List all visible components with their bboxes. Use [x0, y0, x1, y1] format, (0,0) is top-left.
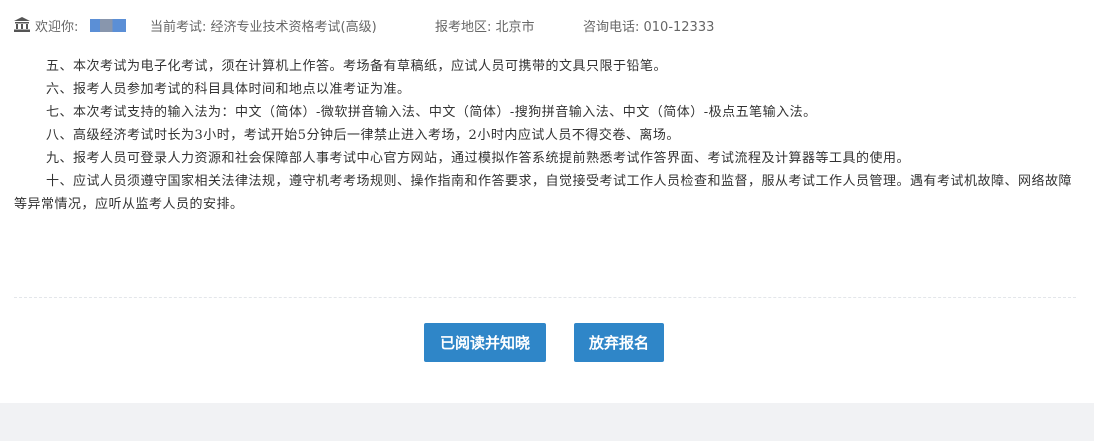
bank-icon	[14, 17, 30, 32]
exam-region-label: 报考地区: 北京市	[435, 20, 535, 35]
masked-username	[90, 19, 126, 32]
footer-band	[0, 403, 1094, 441]
dashed-divider	[14, 297, 1076, 298]
welcome-label: 欢迎你:	[35, 20, 79, 35]
notice-item-9: 九、报考人员可登录人力资源和社会保障部人事考试中心官方网站，通过模拟作答系统提前…	[46, 151, 911, 166]
acknowledge-button[interactable]: 已阅读并知晓	[424, 323, 546, 362]
top-info-bar: 欢迎你: 当前考试: 经济专业技术资格考试(高级) 报考地区: 北京市 咨询电话…	[0, 0, 1094, 48]
notice-item-5: 五、本次考试为电子化考试，须在计算机上作答。考场备有草稿纸，应试人员可携带的文具…	[46, 59, 668, 74]
contact-phone-label: 咨询电话: 010-12333	[583, 20, 715, 35]
notice-item-6: 六、报考人员参加考试的科目具体时间和地点以准考证为准。	[46, 82, 411, 97]
notice-item-7: 七、本次考试支持的输入法为：中文（简体）-微软拼音输入法、中文（简体）-搜狗拼音…	[46, 105, 817, 120]
current-exam-label: 当前考试: 经济专业技术资格考试(高级)	[150, 20, 377, 35]
exam-notice-text: 五、本次考试为电子化考试，须在计算机上作答。考场备有草稿纸，应试人员可携带的文具…	[14, 55, 1076, 216]
notice-item-10: 十、应试人员须遵守国家相关法律法规，遵守机考考场规则、操作指南和作答要求，自觉接…	[14, 174, 1073, 212]
notice-item-8: 八、高级经济考试时长为3小时，考试开始5分钟后一律禁止进入考场，2小时内应试人员…	[46, 128, 680, 143]
abandon-registration-button[interactable]: 放弃报名	[574, 323, 664, 362]
